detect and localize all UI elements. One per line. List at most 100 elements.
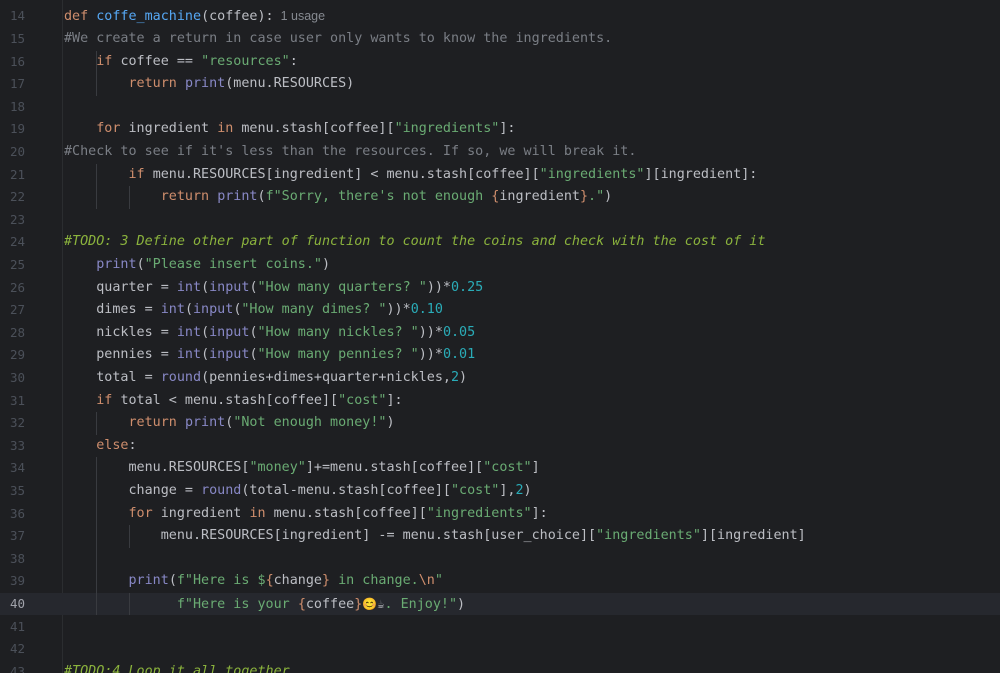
- code-text[interactable]: def coffe_machine(coffee): 1 usage: [64, 5, 325, 29]
- code-line[interactable]: 42: [0, 638, 1000, 661]
- code-line[interactable]: 16 if coffee == "resources":: [0, 51, 1000, 74]
- code-token: {: [265, 573, 274, 589]
- code-line[interactable]: 28 nickles = int(input("How many nickles…: [0, 322, 1000, 345]
- code-line[interactable]: 17 return print(menu.RESOURCES): [0, 73, 1000, 96]
- code-line[interactable]: 31 if total < menu.stash[coffee]["cost"]…: [0, 390, 1000, 413]
- code-token: }: [322, 573, 331, 589]
- line-number: 27: [9, 302, 25, 318]
- code-line[interactable]: 18: [0, 96, 1000, 119]
- line-number: 24: [9, 234, 25, 250]
- code-token: ],: [499, 482, 516, 498]
- code-token: menu.stash[coffee][: [273, 505, 427, 521]
- code-token: (: [201, 324, 210, 340]
- code-text[interactable]: change = round(total-menu.stash[coffee][…: [64, 480, 532, 503]
- code-line[interactable]: 23: [0, 209, 1000, 232]
- code-text[interactable]: dimes = int(input("How many dimes? "))*0…: [64, 299, 443, 322]
- code-text[interactable]: else:: [64, 435, 136, 458]
- code-text[interactable]: for ingredient in menu.stash[coffee]["in…: [64, 503, 548, 526]
- code-text[interactable]: #TODO: 3 Define other part of function t…: [64, 231, 765, 254]
- code-token: ))*: [418, 324, 443, 340]
- code-text[interactable]: for ingredient in menu.stash[coffee]["in…: [64, 118, 515, 141]
- indent-guide: [96, 457, 98, 616]
- code-line[interactable]: 14 def coffe_machine(coffee): 1 usage: [0, 5, 1000, 28]
- code-line[interactable]: 25 print("Please insert coins."): [0, 254, 1000, 277]
- code-line[interactable]: 40 f"Here is your {coffee}😊☕. Enjoy!"): [0, 592, 1000, 617]
- code-text[interactable]: if total < menu.stash[coffee]["cost"]:: [64, 390, 402, 413]
- line-number: 39: [9, 573, 25, 589]
- code-token: ): [457, 596, 466, 612]
- code-token: (: [257, 189, 266, 205]
- line-number: 32: [9, 415, 25, 431]
- code-line[interactable]: 19 for ingredient in menu.stash[coffee][…: [0, 118, 1000, 141]
- code-text[interactable]: pennies = int(input("How many pennies? "…: [64, 344, 475, 367]
- code-token: ): [523, 482, 532, 498]
- usages-inlay-hint[interactable]: 1 usage: [274, 9, 326, 23]
- code-line[interactable]: 36 for ingredient in menu.stash[coffee][…: [0, 503, 1000, 526]
- code-token: "cost": [450, 482, 500, 498]
- line-number: 29: [9, 347, 25, 363]
- code-token: (: [184, 302, 193, 318]
- code-text[interactable]: print("Please insert coins."): [64, 254, 330, 277]
- code-text[interactable]: if coffee == "resources":: [64, 51, 298, 74]
- code-line[interactable]: 22 return print(f"Sorry, there's not eno…: [0, 186, 1000, 209]
- code-line[interactable]: 39 print(f"Here is ${change} in change.\…: [0, 570, 1000, 593]
- code-line[interactable]: 35 change = round(total-menu.stash[coffe…: [0, 480, 1000, 503]
- code-token: coffee: [305, 596, 355, 612]
- code-token: 0.01: [442, 347, 476, 363]
- code-text[interactable]: total = round(pennies+dimes+quarter+nick…: [64, 367, 467, 390]
- code-token: (: [201, 279, 210, 295]
- code-token: if: [96, 392, 121, 408]
- code-token: "How many dimes? ": [241, 302, 387, 318]
- line-number: 36: [9, 505, 25, 521]
- code-token: (pennies+dimes+quarter+nickles,: [201, 369, 451, 385]
- code-line[interactable]: 33 else:: [0, 435, 1000, 458]
- code-token: total =: [64, 369, 161, 385]
- code-line[interactable]: 26 quarter = int(input("How many quarter…: [0, 277, 1000, 300]
- code-text[interactable]: #Check to see if it's less than the reso…: [64, 141, 636, 164]
- code-line[interactable]: 15 #We create a return in case user only …: [0, 28, 1000, 51]
- code-token: {: [297, 596, 306, 612]
- code-text[interactable]: return print(menu.RESOURCES): [64, 73, 355, 96]
- code-line[interactable]: 30 total = round(pennies+dimes+quarter+n…: [0, 367, 1000, 390]
- code-text[interactable]: return print("Not enough money!"): [64, 412, 395, 435]
- code-line[interactable]: 38: [0, 548, 1000, 571]
- code-line[interactable]: 29 pennies = int(input("How many pennies…: [0, 344, 1000, 367]
- code-line[interactable]: 20 #Check to see if it's less than the re…: [0, 141, 1000, 164]
- code-line[interactable]: 27 dimes = int(input("How many dimes? ")…: [0, 299, 1000, 322]
- code-line[interactable]: 43 #TODO:4 Loop it all together: [0, 661, 1000, 673]
- emoji-glyphs: 😊☕: [362, 596, 385, 611]
- code-line[interactable]: 34 menu.RESOURCES["money"]+=menu.stash[c…: [0, 457, 1000, 480]
- code-token: ))*: [386, 302, 411, 318]
- code-token: if: [96, 53, 121, 69]
- code-token: print: [128, 573, 169, 589]
- code-text[interactable]: #We create a return in case user only wa…: [64, 28, 612, 51]
- code-token: ))*: [426, 279, 451, 295]
- code-token: input: [209, 324, 250, 340]
- code-token: (: [136, 256, 145, 272]
- line-number: 42: [9, 641, 25, 657]
- code-text[interactable]: if menu.RESOURCES[ingredient] < menu.sta…: [64, 164, 758, 187]
- code-line[interactable]: 32 return print("Not enough money!"): [0, 412, 1000, 435]
- code-token: #TODO: 3 Define other part of function t…: [64, 234, 766, 250]
- code-text[interactable]: print(f"Here is ${change} in change.\n": [64, 570, 443, 593]
- indent-guide: [128, 525, 130, 548]
- code-line[interactable]: 37 menu.RESOURCES[ingredient] -= menu.st…: [0, 525, 1000, 548]
- code-text[interactable]: menu.RESOURCES[ingredient] -= menu.stash…: [64, 525, 806, 548]
- code-line[interactable]: 21 if menu.RESOURCES[ingredient] < menu.…: [0, 164, 1000, 187]
- code-token: ): [322, 256, 331, 272]
- code-text[interactable]: quarter = int(input("How many quarters? …: [64, 277, 483, 300]
- code-text[interactable]: nickles = int(input("How many nickles? "…: [64, 322, 475, 345]
- code-token: "How many quarters? ": [257, 279, 427, 295]
- code-text[interactable]: #TODO:4 Loop it all together: [64, 661, 290, 673]
- code-line[interactable]: 24 #TODO: 3 Define other part of function…: [0, 231, 1000, 254]
- line-number: 16: [9, 53, 25, 69]
- code-text[interactable]: menu.RESOURCES["money"]+=menu.stash[coff…: [64, 457, 539, 480]
- code-text[interactable]: f"Here is your {coffee}😊☕. Enjoy!"): [64, 593, 465, 617]
- code-token: ))*: [418, 347, 443, 363]
- code-line[interactable]: 41: [0, 616, 1000, 639]
- code-token: "ingredients": [539, 166, 645, 182]
- code-token: return: [128, 76, 185, 92]
- code-editor[interactable]: 14 def coffe_machine(coffee): 1 usage 15 #W…: [0, 0, 1000, 673]
- code-text[interactable]: return print(f"Sorry, there's not enough…: [64, 186, 612, 209]
- code-token: input: [209, 279, 250, 295]
